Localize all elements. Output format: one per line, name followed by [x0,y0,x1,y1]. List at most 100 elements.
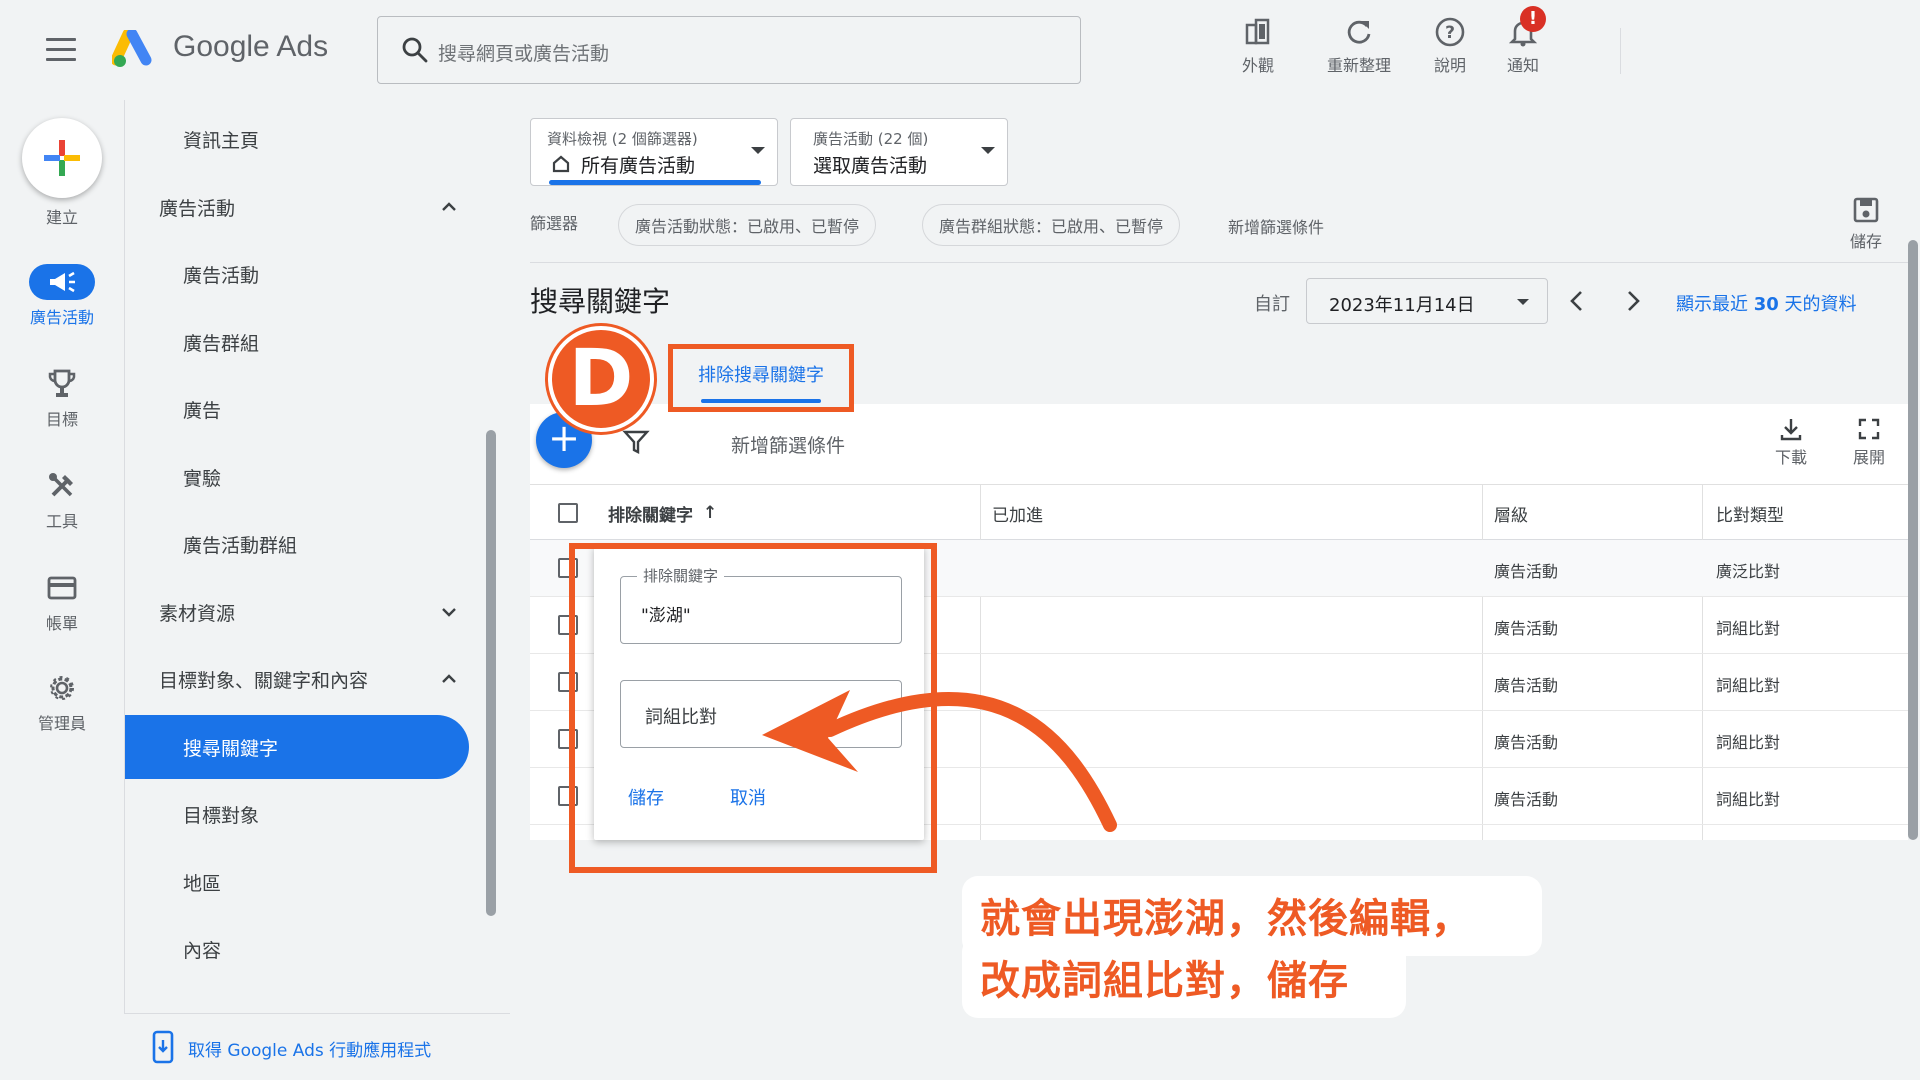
gear-icon [0,670,124,706]
chevron-down-icon [751,147,765,154]
google-ads-logo [110,28,158,70]
expand-label: 展開 [1852,448,1885,467]
rail-item-campaigns[interactable]: 廣告活動 [0,264,124,328]
date-range-selector[interactable]: 2023年11月14日 [1306,278,1548,324]
nav-item-ad-groups[interactable]: 廣告群組 [125,310,469,374]
credit-card-icon [0,570,124,606]
refresh-button[interactable]: 重新整理 [1314,14,1404,76]
chip-label: 廣告活動狀態：已啟用、已暫停 [635,217,860,236]
search-placeholder: 搜尋網頁或廣告活動 [438,43,610,65]
refresh-icon [1314,14,1404,50]
chevron-down-icon [981,147,995,154]
create-button[interactable] [22,118,102,198]
nav-item-overview[interactable]: 資訊主頁 [125,107,469,171]
filter-chip-adgroup-status[interactable]: 廣告群組狀態：已啟用、已暫停 [922,204,1181,246]
chevron-down-icon [1517,299,1529,305]
callout-line-1: 就會出現澎湖，然後編輯， [980,896,1472,942]
download-label: 下載 [1774,448,1807,467]
view-selector-underline [549,180,761,185]
rail-item-billing[interactable]: 帳單 [0,570,124,634]
nav-section-label: 素材資源 [159,602,236,625]
get-mobile-app-link[interactable]: 取得 Google Ads 行動應用程式 [188,1036,431,1061]
chevron-down-icon [442,608,456,617]
chevron-left-icon[interactable] [1566,288,1588,314]
column-header-negative-keyword[interactable]: 排除關鍵字 ↑ [608,485,717,541]
nav-item-audiences[interactable]: 目標對象 [125,782,469,846]
save-icon [1853,197,1879,223]
recent-link-number: 30 [1753,294,1779,315]
cell-match-type: 廣泛比對 [1716,562,1781,581]
campaign-selector[interactable]: 廣告活動 (22 個) 選取廣告活動 [790,118,1008,186]
nav-item-label: 實驗 [183,467,222,490]
trophy-icon [0,366,124,402]
nav-section-assets[interactable]: 素材資源 [125,580,469,644]
main-scrollbar[interactable] [1908,240,1918,840]
view-selector-caption: 資料檢視 (2 個篩選器) [547,130,698,148]
menu-icon[interactable] [46,38,76,62]
plus-icon [44,140,80,176]
nav-item-search-keywords[interactable]: 搜尋關鍵字 [125,715,469,779]
home-icon [552,155,570,173]
add-filter-link[interactable]: 新增篩選條件 [1228,214,1324,238]
tab-label: 排除搜尋關鍵字 [698,365,824,386]
nav-item-campaigns[interactable]: 廣告活動 [125,242,469,306]
cell-level: 廣告活動 [1494,733,1559,752]
nav-section-campaigns[interactable]: 廣告活動 [125,175,469,239]
date-range-label: 自訂 [1254,294,1290,315]
nav-footer[interactable]: 取得 Google Ads 行動應用程式 [124,1013,510,1080]
view-selector[interactable]: 資料檢視 (2 個篩選器) 所有廣告活動 [530,118,778,186]
nav-item-label: 廣告活動 [183,264,260,287]
cell-level: 廣告活動 [1494,790,1559,809]
cell-match-type: 詞組比對 [1716,790,1781,809]
rail-item-admin[interactable]: 管理員 [0,670,124,734]
select-all-checkbox[interactable] [558,503,578,523]
show-recent-30-days-link[interactable]: 顯示最近 30 天的資料 [1676,290,1857,316]
column-header-level[interactable]: 層級 [1494,485,1528,541]
rail-label-admin: 管理員 [37,714,86,733]
save-view-button[interactable]: 儲存 [1840,196,1892,252]
nav-item-locations[interactable]: 地區 [125,850,469,914]
download-icon [1756,414,1826,444]
callout-text: 就會出現澎湖，然後編輯， 改成詞組比對，儲存 [980,888,1540,1012]
search-input[interactable]: 搜尋網頁或廣告活動 [377,16,1081,84]
nav-section-label: 廣告活動 [159,197,236,220]
download-button[interactable]: 下載 [1756,414,1826,468]
filter-icon[interactable] [622,428,650,456]
table-add-filter[interactable]: 新增篩選條件 [731,431,845,458]
mobile-phone-icon [152,1030,174,1064]
callout-line-2: 改成詞組比對，儲存 [980,958,1349,1004]
appearance-label: 外觀 [1241,56,1274,75]
rail-item-goals[interactable]: 目標 [0,366,124,430]
chevron-right-icon[interactable] [1622,288,1644,314]
nav-section-label: 目標對象、關鍵字和內容 [159,669,369,692]
create-label-wrap: 建立 [0,200,124,228]
cell-match-type: 詞組比對 [1716,676,1781,695]
nav-item-experiments[interactable]: 實驗 [125,445,469,509]
chevron-up-icon [442,674,456,683]
tools-icon [0,468,124,504]
filter-chip-campaign-status[interactable]: 廣告活動狀態：已啟用、已暫停 [618,204,877,246]
expand-button[interactable]: 展開 [1834,414,1904,468]
header-divider [1620,28,1621,74]
tab-active-indicator [701,399,821,403]
tab-negative-keywords[interactable]: 排除搜尋關鍵字 [668,344,854,412]
nav-item-campaign-groups[interactable]: 廣告活動群組 [125,512,469,576]
save-view-label: 儲存 [1849,232,1882,251]
recent-link-prefix: 顯示最近 [1676,294,1754,315]
product-name: Google Ads [173,30,329,63]
cell-match-type: 詞組比對 [1716,733,1781,752]
appearance-button[interactable]: 外觀 [1213,14,1303,76]
chevron-up-icon [442,202,456,211]
nav-section-audiences-keywords[interactable]: 目標對象、關鍵字和內容 [125,647,469,711]
view-selector-value: 所有廣告活動 [581,155,696,177]
nav-scrollbar[interactable] [486,430,496,916]
rail-item-tools[interactable]: 工具 [0,468,124,532]
nav-item-label: 搜尋關鍵字 [183,737,279,760]
top-bar: Google Ads 搜尋網頁或廣告活動 外觀 重新整理 ? 說明 通知 ! [0,0,1920,100]
create-label: 建立 [45,208,78,227]
column-header-match-type[interactable]: 比對類型 [1716,485,1784,541]
column-header-added-to[interactable]: 已加進 [992,485,1043,541]
nav-item-content[interactable]: 內容 [125,917,469,981]
nav-item-ads[interactable]: 廣告 [125,377,469,441]
divider [530,262,1908,263]
